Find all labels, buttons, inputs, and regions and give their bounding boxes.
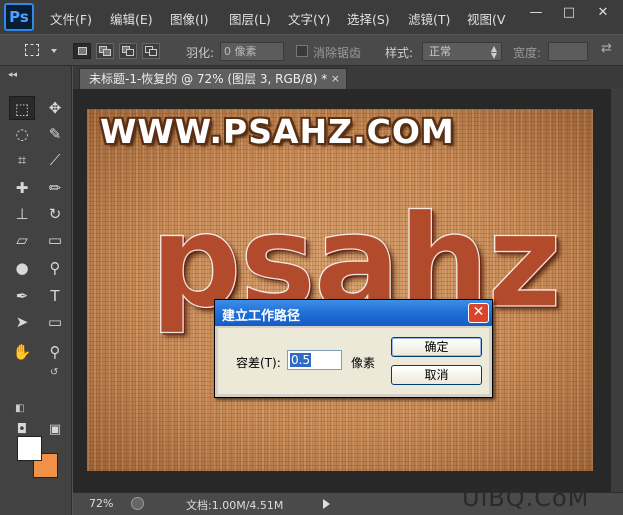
document-canvas[interactable]: WWW.PSAHZ.COM psahz psahz	[87, 109, 593, 471]
tool-panel: ◂◂ ⬚ ✥ ◌ ✎ ⌗ ⟋ ✚ ✏ ⊥ ↻ ▱ ▭ ● ⚲ ✒ T ➤ ▭ ✋…	[0, 66, 72, 515]
feather-label: 羽化:	[186, 46, 215, 60]
subtract-selection-button[interactable]	[119, 43, 137, 59]
add-selection-button[interactable]	[96, 43, 114, 59]
swap-icon[interactable]: ⇄	[601, 41, 612, 56]
type-icon[interactable]: T	[42, 284, 68, 308]
crop-icon[interactable]: ⌗	[9, 148, 35, 172]
default-colors-icon[interactable]: ◧	[15, 403, 24, 414]
play-arrow-icon[interactable]	[323, 499, 330, 509]
blur-icon[interactable]: ●	[9, 256, 35, 280]
share-icon[interactable]	[131, 497, 144, 510]
document-info: 文档:1.00M/4.51M	[186, 499, 284, 512]
style-value: 正常	[429, 45, 451, 58]
menu-layer[interactable]: 图层(L)	[229, 9, 271, 28]
watermark: UiBQ.CoM	[462, 484, 590, 512]
options-bar: 羽化: 0 像素 消除锯齿 样式: 正常 ▲ ▼ 宽度: ⇄	[0, 34, 623, 66]
dialog-body: 容差(T): 0.5 像素 确定 取消	[218, 328, 489, 394]
menu-edit[interactable]: 编辑(E)	[110, 9, 153, 28]
document-tab-title: 未标题-1-恢复的 @ 72% (图层 3, RGB/8) *	[89, 72, 328, 86]
new-selection-button[interactable]	[73, 43, 91, 59]
tolerance-label: 容差(T):	[236, 356, 281, 370]
updown-arrows-icon: ▲ ▼	[490, 44, 497, 60]
minimize-button[interactable]: —	[524, 4, 548, 22]
close-tab-icon[interactable]: ×	[331, 69, 340, 89]
antialias-checkbox[interactable]	[296, 45, 308, 57]
antialias-label: 消除锯齿	[313, 46, 362, 60]
menu-image[interactable]: 图像(I)	[170, 9, 208, 28]
chevron-down-icon[interactable]	[51, 49, 57, 53]
vertical-scrollbar[interactable]	[611, 89, 623, 492]
swap-colors-icon[interactable]: ↺	[50, 367, 58, 378]
tolerance-value: 0.5	[290, 353, 312, 367]
tolerance-input[interactable]: 0.5	[287, 350, 342, 370]
eraser-icon[interactable]: ▱	[9, 228, 35, 252]
width-input[interactable]	[548, 42, 588, 61]
quick-mask-icon[interactable]: ◘	[9, 418, 35, 442]
feather-input[interactable]: 0 像素	[220, 42, 284, 61]
menu-view[interactable]: 视图(V	[467, 9, 505, 28]
quick-select-icon[interactable]: ✎	[42, 122, 68, 146]
menu-type[interactable]: 文字(Y)	[288, 9, 330, 28]
zoom-icon[interactable]: ⚲	[42, 340, 68, 364]
document-tab-bar: 未标题-1-恢复的 @ 72% (图层 3, RGB/8) * ×	[73, 66, 623, 89]
rect-marquee-preset-icon[interactable]	[25, 44, 39, 56]
style-select[interactable]: 正常 ▲ ▼	[422, 42, 502, 61]
clone-stamp-icon[interactable]: ⊥	[9, 202, 35, 226]
document-tab[interactable]: 未标题-1-恢复的 @ 72% (图层 3, RGB/8) * ×	[79, 68, 347, 89]
canvas-title-text: WWW.PSAHZ.COM	[100, 112, 455, 151]
maximize-button[interactable]: □	[557, 4, 581, 22]
make-work-path-dialog: 建立工作路径 ✕ 容差(T): 0.5 像素 确定 取消	[214, 299, 493, 398]
healing-brush-icon[interactable]: ✚	[9, 176, 35, 200]
width-label: 宽度:	[513, 46, 542, 60]
brush-icon[interactable]: ✏	[42, 176, 68, 200]
gradient-icon[interactable]: ▭	[42, 228, 68, 252]
menu-file[interactable]: 文件(F)	[50, 9, 92, 28]
photoshop-logo: Ps	[4, 3, 34, 31]
pen-icon[interactable]: ✒	[9, 284, 35, 308]
lasso-icon[interactable]: ◌	[9, 122, 35, 146]
menu-bar: Ps 文件(F) 编辑(E) 图像(I) 图层(L) 文字(Y) 选择(S) 滤…	[0, 0, 623, 34]
cancel-button[interactable]: 取消	[391, 365, 482, 385]
collapse-panel-icon[interactable]: ◂◂	[8, 70, 17, 80]
dialog-titlebar: 建立工作路径 ✕	[215, 300, 492, 326]
dodge-icon[interactable]: ⚲	[42, 256, 68, 280]
menu-select[interactable]: 选择(S)	[347, 9, 390, 28]
rectangle-icon[interactable]: ▭	[42, 310, 68, 334]
menu-filter[interactable]: 滤镜(T)	[408, 9, 450, 28]
intersect-selection-button[interactable]	[142, 43, 160, 59]
tolerance-unit: 像素	[351, 356, 376, 370]
eyedropper-icon[interactable]: ⟋	[42, 148, 68, 172]
move-icon[interactable]: ✥	[42, 96, 68, 120]
hand-icon[interactable]: ✋	[9, 340, 35, 364]
dialog-close-button[interactable]: ✕	[468, 303, 489, 323]
ok-button[interactable]: 确定	[391, 337, 482, 357]
close-window-button[interactable]: ✕	[591, 4, 615, 22]
dialog-title: 建立工作路径	[222, 309, 301, 324]
zoom-level[interactable]: 72%	[89, 497, 113, 510]
path-select-icon[interactable]: ➤	[9, 310, 35, 334]
marquee-icon[interactable]: ⬚	[9, 96, 35, 120]
screen-mode-icon[interactable]: ▣	[42, 418, 68, 442]
style-label: 样式:	[385, 46, 414, 60]
history-brush-icon[interactable]: ↻	[42, 202, 68, 226]
